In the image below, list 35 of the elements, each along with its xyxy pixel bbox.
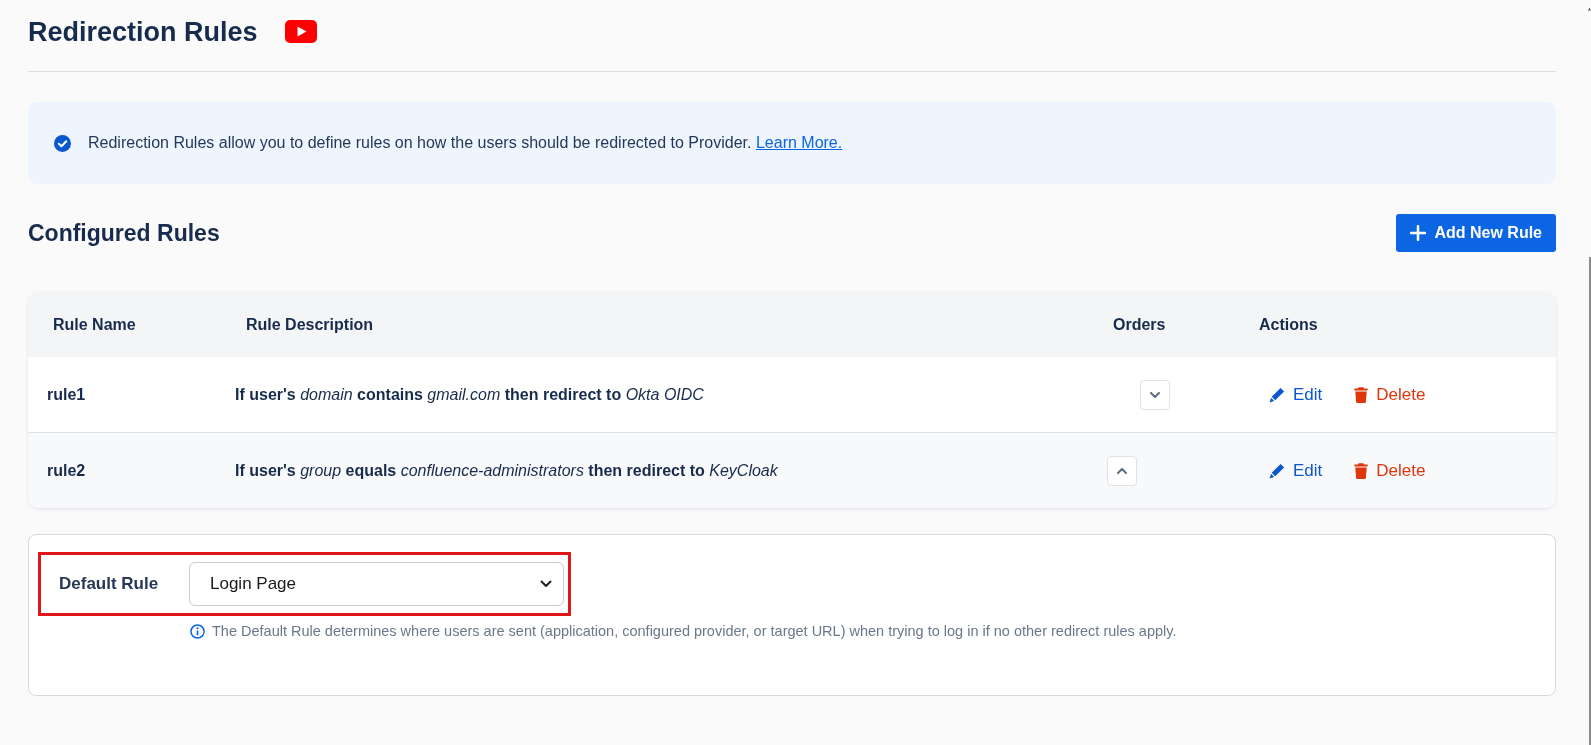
trash-icon <box>1354 386 1369 403</box>
trash-icon <box>1354 462 1369 479</box>
plus-icon <box>1410 225 1427 241</box>
column-header: Rule Name <box>53 315 136 333</box>
scroll-up-arrow-icon[interactable] <box>1588 7 1591 11</box>
rule-name: rule1 <box>47 385 86 403</box>
section-title: Configured Rules <box>28 219 220 248</box>
move-up-button[interactable] <box>1107 455 1137 486</box>
delete-link[interactable]: Delete <box>1354 384 1426 405</box>
scrollbar-thumb[interactable] <box>1588 257 1591 745</box>
rule-name: rule2 <box>47 461 86 479</box>
default-rule-label: Default Rule <box>59 574 160 594</box>
edit-link[interactable]: Edit <box>1269 384 1323 405</box>
check-circle-icon <box>54 134 71 152</box>
default-rule-select[interactable]: Login Page <box>189 562 564 606</box>
hint-text: The Default Rule determines where users are sent (application, configured provider, or target URL) when trying to log in if no other redirect rules apply. <box>212 622 1177 640</box>
column-header: Orders <box>1113 315 1166 333</box>
move-down-button[interactable] <box>1140 379 1170 410</box>
video-play-icon[interactable] <box>284 20 317 43</box>
column-header: Actions <box>1259 315 1318 333</box>
chevron-down-icon <box>540 580 552 588</box>
pencil-icon <box>1269 386 1285 403</box>
rule-description: If user's group equals confluence-administrators then redirect to KeyCloak <box>235 461 778 479</box>
page-title: Redirection Rules <box>28 15 258 49</box>
info-icon <box>190 623 205 639</box>
chevron-up-icon <box>1117 467 1127 474</box>
column-header: Rule Description <box>246 315 374 333</box>
rule-description: If user's domain contains gmail.com then redirect to Okta OIDC <box>235 385 704 403</box>
delete-link[interactable]: Delete <box>1354 460 1426 481</box>
pencil-icon <box>1269 462 1285 479</box>
add-new-rule-button[interactable]: Add New Rule <box>1396 214 1556 252</box>
edit-link[interactable]: Edit <box>1269 460 1323 481</box>
info-text: Redirection Rules allow you to define rules on how the users should be redirected to Provider. Learn More. <box>88 133 843 153</box>
chevron-down-icon <box>1150 391 1160 398</box>
learn-more-link[interactable]: Learn More. <box>755 134 843 151</box>
